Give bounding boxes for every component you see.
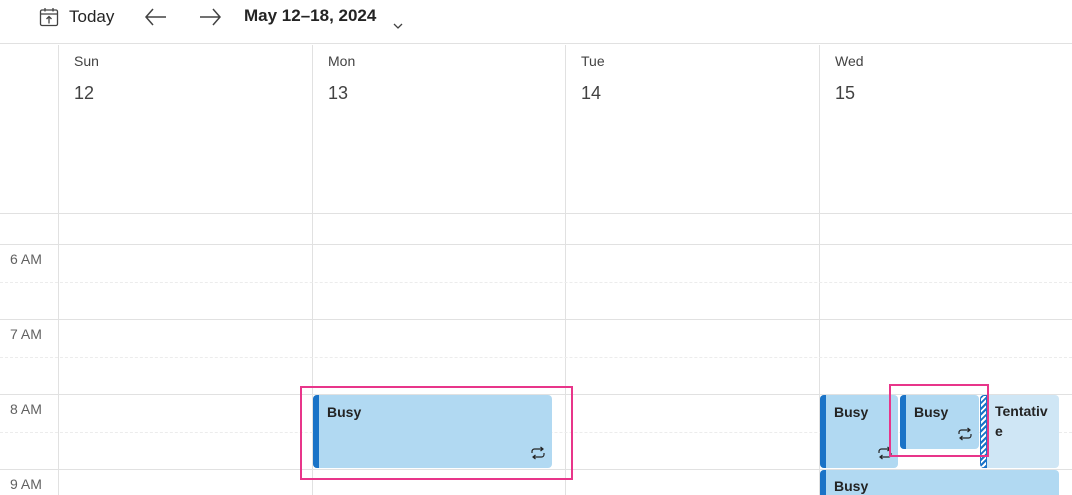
repeat-icon xyxy=(529,446,547,460)
hour-line xyxy=(0,244,1072,245)
time-label-6am: 6 AM xyxy=(10,251,42,267)
day-header-wed[interactable]: Wed 15 xyxy=(820,45,1072,214)
arrow-left-icon xyxy=(143,5,169,29)
half-hour-line xyxy=(0,282,1072,283)
time-label-9am: 9 AM xyxy=(10,476,42,492)
time-label-8am: 8 AM xyxy=(10,401,42,417)
event-wed-busy-2[interactable]: Busy xyxy=(900,395,979,449)
next-week-button[interactable] xyxy=(197,5,223,29)
day-number: 14 xyxy=(581,83,602,103)
event-title: Busy xyxy=(834,404,869,420)
day-number: 12 xyxy=(74,83,95,103)
event-accent-bar xyxy=(820,470,826,495)
day-name: Tue xyxy=(581,53,605,69)
day-number: 15 xyxy=(835,83,856,103)
day-header-sun[interactable]: Sun 12 xyxy=(59,45,312,214)
repeat-icon xyxy=(876,446,894,460)
day-name: Mon xyxy=(328,53,356,69)
event-accent-bar xyxy=(900,395,906,449)
event-accent-bar xyxy=(313,395,319,468)
day-name: Sun xyxy=(74,53,99,69)
event-wed-busy-1[interactable]: Busy xyxy=(820,395,898,468)
day-header-tue[interactable]: Tue 14 xyxy=(566,45,819,214)
time-label-7am: 7 AM xyxy=(10,326,42,342)
date-range-button[interactable]: May 12–18, 2024 xyxy=(244,6,376,26)
tentative-hatch-bar xyxy=(980,395,987,468)
day-number: 13 xyxy=(328,83,349,103)
day-header-mon[interactable]: Mon 13 xyxy=(313,45,565,214)
event-title: Tentative xyxy=(995,403,1048,439)
day-name: Wed xyxy=(835,53,864,69)
calendar-today-icon xyxy=(38,6,60,28)
event-title: Busy xyxy=(914,404,949,420)
chevron-down-icon[interactable] xyxy=(392,18,404,29)
event-title: Busy xyxy=(327,404,362,420)
event-wed-tentative[interactable]: Tentative xyxy=(980,395,1059,468)
hour-line xyxy=(0,319,1072,320)
half-hour-line xyxy=(0,357,1072,358)
today-button[interactable]: Today xyxy=(38,5,114,29)
arrow-right-icon xyxy=(197,5,223,29)
repeat-icon xyxy=(956,427,974,441)
event-title: Busy xyxy=(834,478,869,494)
previous-week-button[interactable] xyxy=(143,5,169,29)
event-accent-bar xyxy=(820,395,826,468)
calendar-toolbar: Today May 12–18, 2024 xyxy=(0,0,1072,44)
today-label: Today xyxy=(69,7,115,26)
event-mon-busy[interactable]: Busy xyxy=(313,395,552,468)
event-wed-busy-3[interactable]: Busy xyxy=(820,470,1059,495)
